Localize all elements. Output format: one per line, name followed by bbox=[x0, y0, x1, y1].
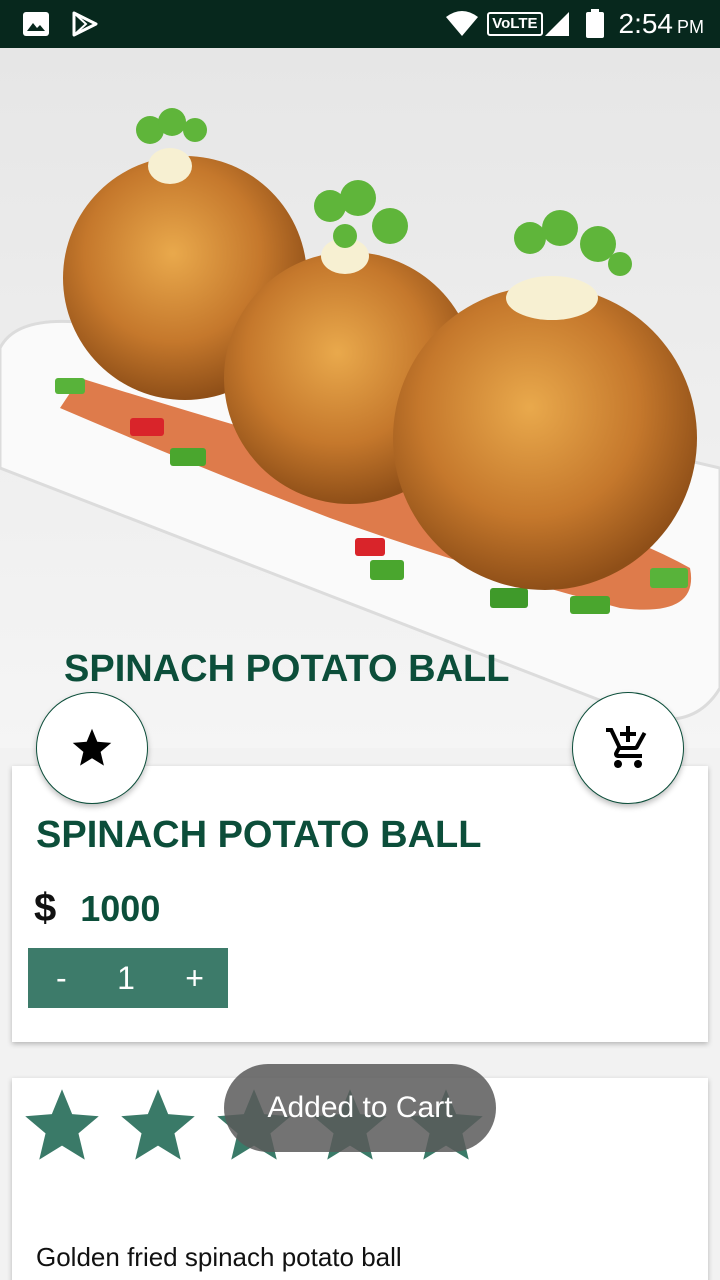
hero-title: SPINACH POTATO BALL bbox=[64, 648, 510, 690]
add-shopping-cart-icon bbox=[606, 726, 647, 768]
quantity-stepper: - 1 + bbox=[28, 948, 228, 1008]
quantity-value: 1 bbox=[117, 959, 135, 996]
toast-message: Added to Cart bbox=[224, 1064, 496, 1152]
signal-icon bbox=[544, 12, 569, 36]
volte-badge: VoLTE bbox=[487, 12, 543, 36]
favorite-button[interactable] bbox=[36, 692, 148, 804]
food-photo bbox=[0, 108, 720, 721]
status-bar: VoLTE 2:54 PM bbox=[0, 0, 720, 48]
notification-icons bbox=[22, 10, 102, 43]
product-description: Golden fried spinach potato ball bbox=[36, 1242, 402, 1272]
wifi-icon bbox=[446, 11, 479, 36]
product-price: 1000 bbox=[80, 887, 161, 929]
play-store-icon bbox=[72, 11, 98, 37]
star-icon bbox=[72, 728, 112, 766]
product-hero-image: SPINACH POTATO BALL bbox=[0, 48, 720, 748]
add-to-cart-button[interactable] bbox=[572, 692, 684, 804]
increment-button[interactable]: + bbox=[185, 960, 204, 997]
image-icon bbox=[23, 12, 49, 36]
product-info-card: SPINACH POTATO BALL $ 1000 - 1 + bbox=[12, 766, 708, 1042]
decrement-button[interactable]: - bbox=[56, 960, 67, 997]
star-icon[interactable] bbox=[116, 1084, 200, 1168]
battery-icon bbox=[585, 9, 604, 38]
product-name: SPINACH POTATO BALL bbox=[36, 814, 482, 856]
star-icon[interactable] bbox=[20, 1084, 104, 1168]
clock: 2:54 PM bbox=[618, 8, 705, 39]
price-row: $ 1000 bbox=[34, 886, 160, 931]
currency-symbol: $ bbox=[34, 886, 57, 930]
